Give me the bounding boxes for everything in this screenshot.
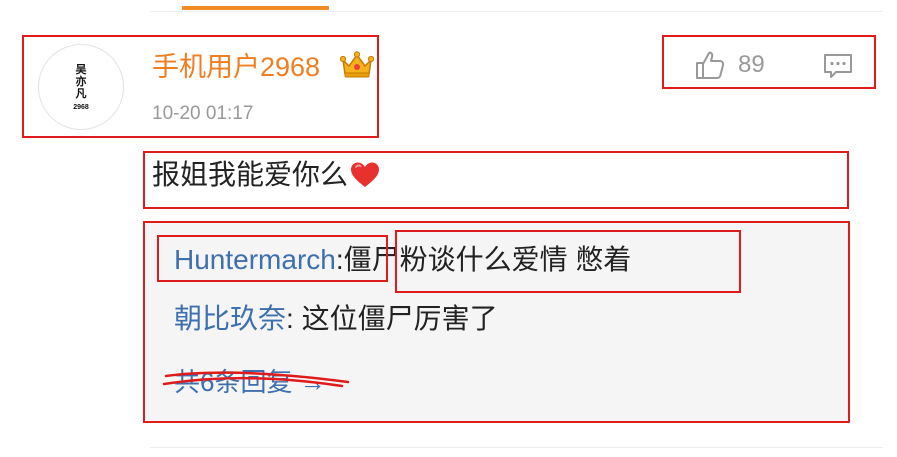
comment-body: 报姐我能爱你么 — [152, 157, 380, 193]
heart-icon — [351, 162, 380, 187]
reply-separator: : — [335, 244, 344, 275]
comment-text: 报姐我能爱你么 — [152, 159, 349, 190]
more-replies-link[interactable]: 共6条回复 → — [174, 366, 326, 398]
comment-author[interactable]: 手机用户2968 — [152, 50, 320, 84]
reply-item: 朝比玖奈: 这位僵尸厉害了 — [174, 302, 498, 336]
reply-user[interactable]: Huntermarch — [174, 244, 336, 275]
reply-user[interactable]: 朝比玖奈 — [174, 303, 286, 334]
comment-icon[interactable] — [822, 52, 854, 80]
like-count: 89 — [738, 51, 765, 78]
reply-text: 这位僵尸厉害了 — [301, 303, 498, 334]
avatar-number-text: 2968 — [73, 103, 89, 111]
avatar[interactable]: 吴亦凡 2968 — [38, 44, 124, 130]
thumbs-up-icon — [696, 51, 725, 79]
reply-item: Huntermarch:僵尸粉谈什么爱情 憋着 — [174, 243, 631, 277]
bottom-divider — [150, 447, 883, 448]
reply-separator: : — [286, 303, 294, 334]
reply-text: 僵尸粉谈什么爱情 憋着 — [343, 244, 632, 275]
crown-icon — [340, 51, 374, 78]
active-tab-indicator — [182, 6, 329, 10]
comment-timestamp: 10-20 01:17 — [152, 103, 254, 124]
top-divider — [150, 11, 883, 12]
like-button[interactable]: 89 — [694, 49, 765, 81]
avatar-name-text: 吴亦凡 — [75, 62, 87, 100]
comment-panel: 吴亦凡 2968 手机用户2968 10-20 01:17 89 报姐我能爱你么… — [0, 0, 897, 457]
